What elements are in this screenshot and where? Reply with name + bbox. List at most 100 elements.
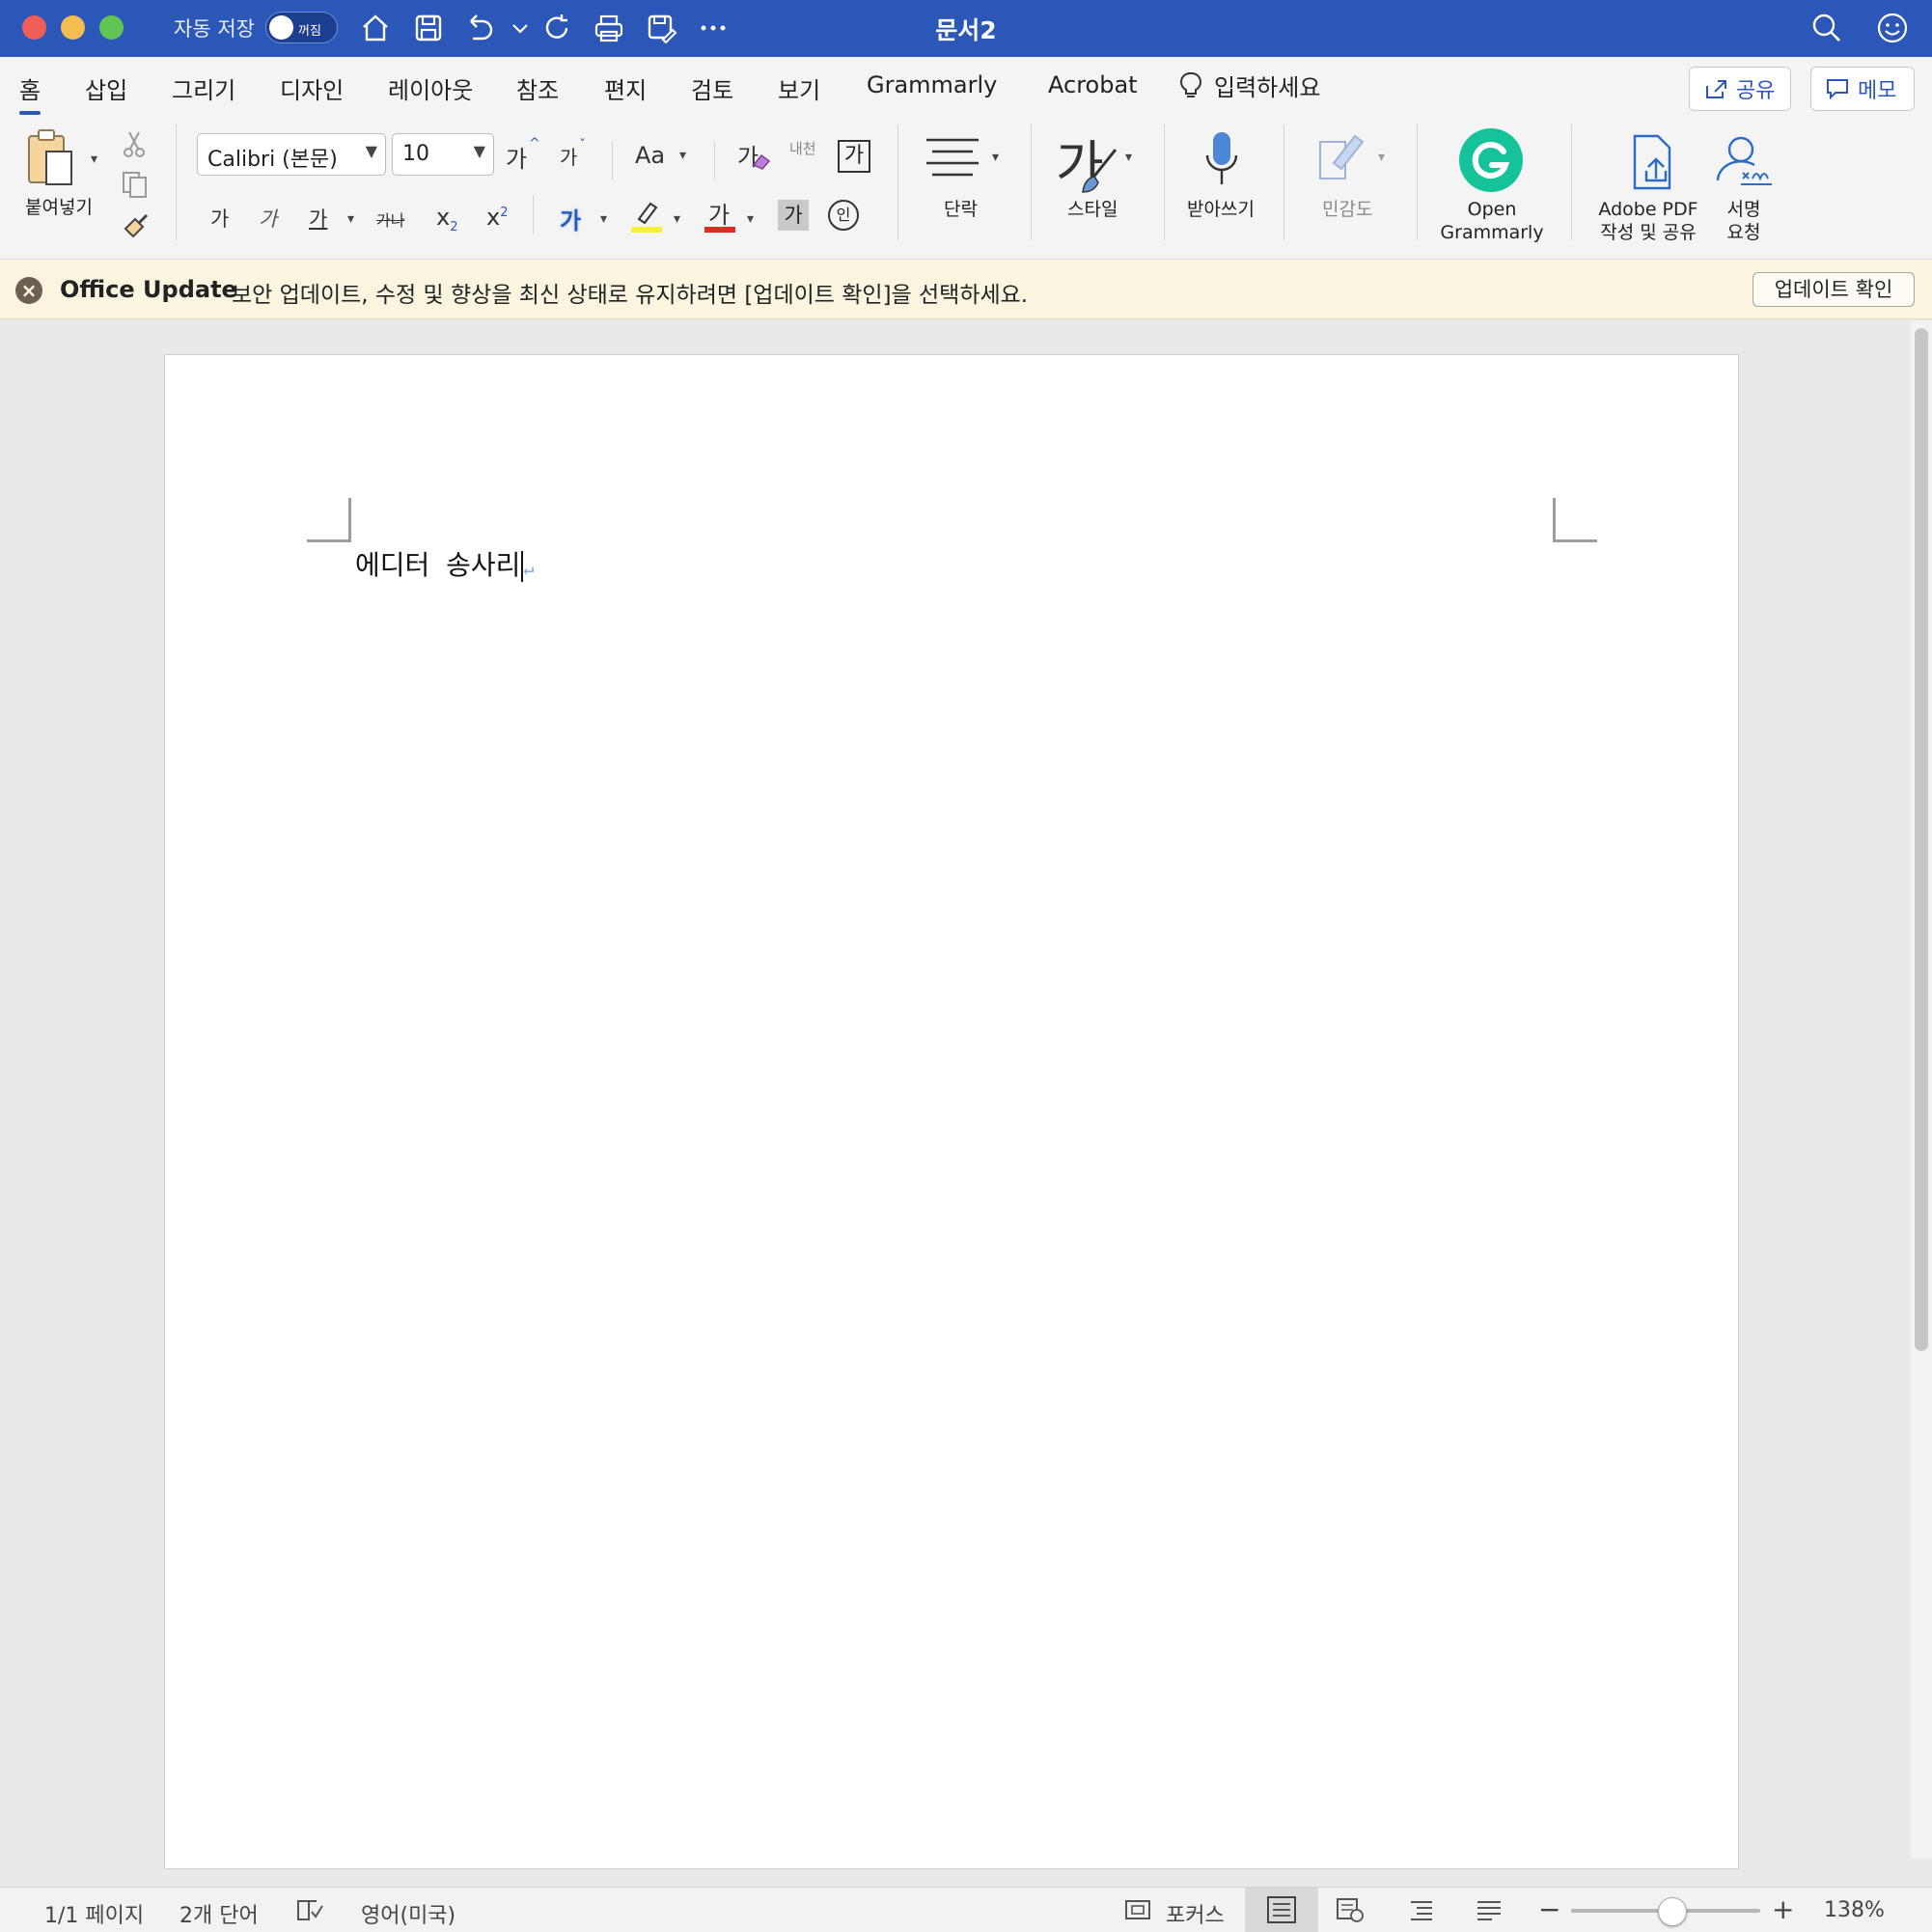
zoom-slider-thumb[interactable] (1658, 1897, 1687, 1926)
paste-button[interactable] (23, 126, 81, 196)
bold-button[interactable]: 가 (210, 204, 229, 233)
separator (1031, 124, 1032, 240)
text-effects-button[interactable]: 가 (560, 202, 581, 235)
font-size-dropdown[interactable]: 10 ▼ (392, 133, 494, 176)
close-window-button[interactable] (22, 15, 46, 40)
scrollbar-thumb[interactable] (1915, 328, 1928, 1351)
zoom-out-button[interactable]: − (1538, 1893, 1560, 1925)
chevron-down-icon[interactable]: ▾ (674, 211, 680, 227)
autosave-toggle[interactable]: 꺼짐 (265, 12, 338, 43)
font-name-value: Calibri (본문) (207, 148, 338, 172)
tab-review[interactable]: 검토 (691, 71, 733, 105)
check-updates-button[interactable]: 업데이트 확인 (1753, 272, 1915, 307)
smiley-feedback-icon[interactable] (1874, 10, 1911, 46)
draft-view-icon[interactable] (1475, 1896, 1504, 1923)
format-painter-icon[interactable] (120, 209, 152, 242)
chevron-down-icon[interactable]: ▾ (347, 211, 354, 227)
enclose-character-button[interactable]: 가 (838, 140, 870, 173)
enclosed-character-button[interactable]: 인 (828, 200, 859, 231)
tab-references[interactable]: 참조 (516, 71, 559, 105)
grammarly-button[interactable] (1459, 128, 1523, 192)
adobe-share-label: 작성 및 공유 (1600, 222, 1697, 243)
chevron-down-icon[interactable]: ▾ (1378, 150, 1385, 165)
character-shading-button[interactable]: 가 (778, 200, 809, 231)
font-name-dropdown[interactable]: Calibri (본문) ▼ (197, 133, 386, 176)
superscript-button[interactable]: x2 (486, 204, 508, 231)
save-icon[interactable] (410, 10, 447, 46)
change-case-button[interactable]: Aa (635, 142, 665, 169)
office-update-bar: × Office Update 보안 업데이트, 수정 및 향상을 최신 상태로… (0, 260, 1932, 319)
save-as-icon[interactable] (643, 10, 679, 46)
microphone-icon[interactable] (1204, 128, 1239, 190)
tell-me-search[interactable]: 입력하세요 (1177, 69, 1320, 102)
redo-icon[interactable] (538, 10, 575, 46)
notice-message: 보안 업데이트, 수정 및 향상을 최신 상태로 유지하려면 [업데이트 확인]… (232, 283, 1029, 308)
zoom-window-button[interactable] (99, 15, 124, 40)
chevron-down-icon[interactable]: ▾ (1125, 150, 1132, 165)
italic-button[interactable]: 가 (259, 204, 277, 233)
chevron-down-icon[interactable]: ▾ (992, 150, 999, 165)
grow-font-button[interactable]: 가 (506, 140, 527, 174)
comments-button[interactable]: 메모 (1810, 67, 1915, 111)
chevron-down-icon[interactable]: ▾ (747, 211, 754, 227)
request-signature-icon[interactable] (1712, 130, 1776, 190)
separator (714, 142, 715, 180)
copy-icon[interactable] (120, 169, 151, 200)
search-icon[interactable] (1808, 10, 1845, 46)
tab-grammarly[interactable]: Grammarly (867, 71, 997, 98)
print-icon[interactable] (591, 10, 627, 46)
vertical-scrollbar[interactable] (1911, 320, 1932, 1859)
tab-layout[interactable]: 레이아웃 (388, 71, 473, 105)
paragraph-mark: ↵ (523, 559, 535, 579)
zoom-level[interactable]: 138% (1824, 1898, 1885, 1922)
cut-icon[interactable] (120, 128, 149, 159)
tab-design[interactable]: 디자인 (280, 71, 344, 105)
focus-mode-icon[interactable] (1123, 1896, 1152, 1923)
adobe-pdf-share-icon[interactable] (1627, 132, 1681, 192)
strikethrough-button[interactable]: 가나 (376, 207, 404, 231)
tab-draw[interactable]: 그리기 (172, 71, 235, 105)
page-count[interactable]: 1/1 페이지 (44, 1898, 144, 1929)
outline-view-icon[interactable] (1407, 1896, 1436, 1923)
chevron-down-icon: ▼ (473, 142, 485, 160)
zoom-in-button[interactable]: + (1772, 1893, 1794, 1925)
tab-view[interactable]: 보기 (778, 71, 820, 105)
proofing-book-icon[interactable] (295, 1896, 324, 1923)
focus-label[interactable]: 포커스 (1166, 1898, 1225, 1929)
paragraph-icon[interactable] (923, 132, 982, 180)
phonetic-guide-button[interactable]: 내천 (789, 138, 816, 158)
document-page[interactable]: 에디터 송사리 ↵ (164, 354, 1739, 1869)
tab-insert[interactable]: 삽입 (85, 71, 127, 105)
chevron-down-icon[interactable]: ▾ (600, 211, 607, 227)
highlight-button[interactable] (629, 196, 664, 235)
undo-icon[interactable] (461, 10, 498, 46)
tab-home[interactable]: 홈 (19, 71, 41, 115)
lightbulb-icon (1180, 71, 1201, 97)
shrink-font-button[interactable]: 가 (560, 142, 577, 170)
font-color-button[interactable]: 가 (703, 196, 737, 235)
minimize-window-button[interactable] (61, 15, 85, 40)
eraser-icon (752, 153, 771, 170)
web-layout-icon[interactable] (1336, 1896, 1365, 1923)
home-icon[interactable] (357, 10, 394, 46)
comments-label: 메모 (1858, 79, 1897, 103)
paste-dropdown-icon[interactable]: ▾ (91, 152, 97, 167)
sensitivity-label: 민감도 (1322, 199, 1373, 220)
sensitivity-icon[interactable] (1314, 128, 1368, 186)
tell-me-label: 입력하세요 (1214, 74, 1321, 101)
document-body-text[interactable]: 에디터 송사리 ↵ (355, 544, 534, 583)
tab-acrobat[interactable]: Acrobat (1048, 71, 1138, 98)
undo-dropdown-icon[interactable] (502, 10, 531, 46)
print-layout-view-button[interactable] (1245, 1888, 1318, 1932)
share-label: 공유 (1736, 79, 1776, 103)
language-status[interactable]: 영어(미국) (361, 1898, 455, 1929)
more-icon[interactable] (695, 10, 731, 46)
word-count[interactable]: 2개 단어 (179, 1898, 259, 1929)
subscript-button[interactable]: x2 (436, 204, 457, 235)
separator (897, 124, 898, 240)
tab-mailings[interactable]: 편지 (604, 71, 647, 105)
share-button[interactable]: 공유 (1689, 67, 1791, 111)
dismiss-notice-icon[interactable]: × (15, 277, 42, 304)
underline-button[interactable]: 가 (309, 204, 327, 233)
chevron-down-icon[interactable]: ▾ (679, 148, 686, 163)
